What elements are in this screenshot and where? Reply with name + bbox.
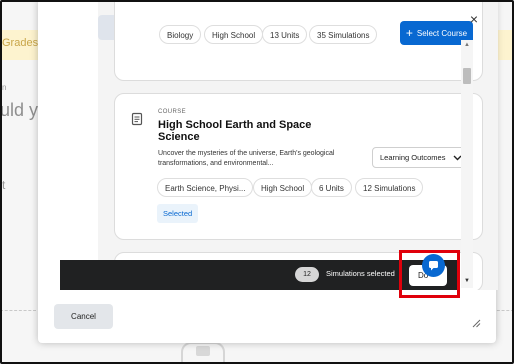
- resize-grip-icon[interactable]: [471, 318, 481, 328]
- background-small-text: n: [2, 83, 7, 92]
- course-tag: High School: [253, 178, 313, 197]
- background-handle-knob: [196, 346, 210, 356]
- background-divider: [0, 310, 36, 311]
- course-kicker: COURSE: [158, 109, 187, 115]
- background-text: t: [2, 178, 6, 192]
- selection-count-badge: 12: [295, 267, 319, 282]
- course-description: Uncover the mysteries of the universe, E…: [158, 150, 335, 167]
- course-tag: Earth Science, Physi...: [157, 178, 254, 197]
- scroll-up-icon[interactable]: ▲: [464, 42, 470, 48]
- course-tag: 6 Units: [311, 178, 352, 197]
- course-tag: 12 Simulations: [355, 178, 424, 197]
- course-card-earth-space: COURSE High School Earth and Space Scien…: [114, 93, 483, 240]
- chat-launcher-button[interactable]: [422, 254, 445, 277]
- course-tag: High School: [204, 25, 264, 44]
- course-selection-dialog: Biology High School 13 Units 35 Simulati…: [38, 0, 498, 343]
- course-tag: 35 Simulations: [309, 25, 378, 44]
- document-icon: [131, 112, 143, 126]
- course-tag: 13 Units: [262, 25, 308, 44]
- selected-badge: Selected: [157, 204, 199, 223]
- learning-outcomes-dropdown[interactable]: Learning Outcomes: [372, 147, 470, 168]
- background-heading: uld y: [0, 100, 39, 120]
- course-card-biology: Biology High School 13 Units 35 Simulati…: [114, 2, 483, 81]
- plus-icon: +: [405, 26, 413, 40]
- chat-icon: [429, 261, 438, 271]
- select-course-label: Select Course: [416, 28, 468, 38]
- background-grades-text: Grades: [2, 37, 39, 49]
- cancel-button[interactable]: Cancel: [54, 304, 113, 329]
- selection-label: Simulations selected: [326, 269, 395, 278]
- course-title: High School Earth and Space Science: [158, 119, 312, 143]
- selection-bar: 12 Simulations selected Do: [60, 260, 460, 290]
- scrollbar[interactable]: ▲ ▼: [461, 40, 473, 288]
- close-button[interactable]: ×: [465, 10, 483, 28]
- course-list-panel[interactable]: Biology High School 13 Units 35 Simulati…: [98, 2, 498, 290]
- scroll-down-icon[interactable]: ▼: [464, 278, 470, 284]
- learning-outcomes-label: Learning Outcomes: [380, 153, 446, 162]
- scrollbar-thumb[interactable]: [463, 68, 471, 84]
- course-tag: Biology: [159, 25, 202, 44]
